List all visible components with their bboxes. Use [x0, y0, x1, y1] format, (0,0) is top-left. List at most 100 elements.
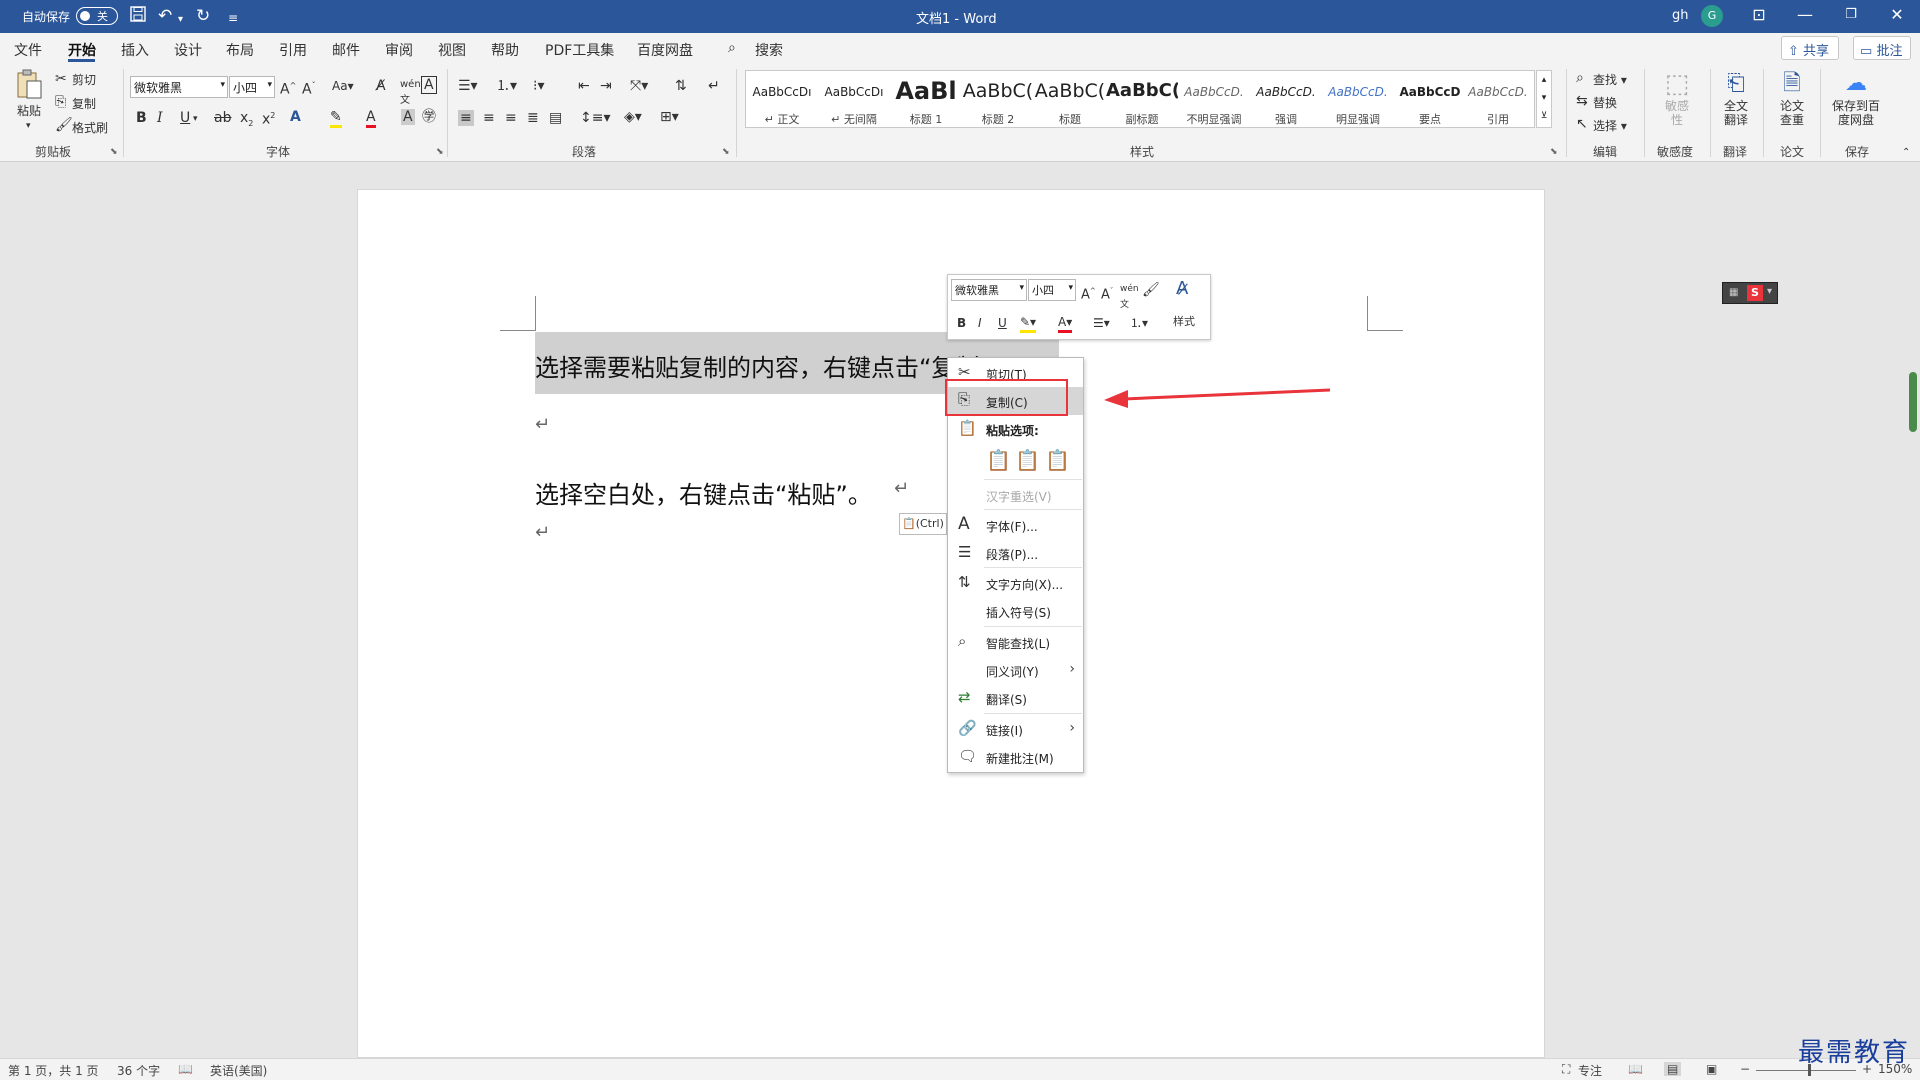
cut-button[interactable]: 剪切: [72, 71, 96, 88]
format-painter-icon[interactable]: 🖌: [1142, 282, 1160, 298]
superscript-icon[interactable]: x2: [262, 108, 275, 128]
bold-icon[interactable]: B: [957, 315, 966, 331]
mini-font-size-select[interactable]: 小四 ▾: [1028, 279, 1076, 301]
paste-keep-source-icon[interactable]: 📋: [986, 448, 1011, 472]
clipboard-launcher-icon[interactable]: ⬊: [110, 147, 118, 157]
word-count[interactable]: 36 个字: [117, 1062, 160, 1079]
paste-button[interactable]: 粘贴: [12, 69, 46, 118]
document-line-1[interactable]: 选择需要粘贴复制的内容，右键点击“复制”: [535, 348, 992, 383]
copy-button[interactable]: 复制: [72, 95, 96, 112]
phonetic-guide-icon[interactable]: wén 文: [400, 77, 421, 109]
ribbon-display-icon[interactable]: ⊡: [1744, 5, 1774, 24]
proofing-icon[interactable]: 📖: [178, 1062, 193, 1076]
menu-item-paragraph[interactable]: ☰ 段落(P)...: [948, 540, 1083, 566]
line-spacing-icon[interactable]: ↕≡▾: [580, 110, 611, 126]
full-translate-button[interactable]: ⎗ 全文翻译: [1716, 69, 1756, 127]
chevron-up-icon[interactable]: ▴: [1537, 71, 1551, 89]
undo-dropdown-icon[interactable]: ▾: [178, 10, 183, 30]
style-strong[interactable]: AaBbCcD 要点: [1394, 71, 1466, 129]
chinese-layout-icon[interactable]: ⤧▾: [630, 78, 648, 94]
align-right-icon[interactable]: ≡: [505, 110, 517, 126]
tab-insert[interactable]: 插入: [121, 40, 149, 60]
styles-scroll[interactable]: ▴ ▾ ⊻: [1536, 70, 1552, 128]
multilevel-list-icon[interactable]: ⁝▾: [533, 78, 544, 94]
collapse-ribbon-icon[interactable]: ⌃: [1902, 147, 1910, 158]
replace-button[interactable]: 替换: [1593, 94, 1617, 111]
tab-layout[interactable]: 布局: [226, 40, 254, 60]
style-heading1[interactable]: AaBl 标题 1: [890, 71, 962, 129]
web-layout-icon[interactable]: ▣: [1706, 1062, 1717, 1076]
menu-item-link[interactable]: 🔗 链接(I) ›: [948, 716, 1083, 742]
font-size-select[interactable]: 小四 ▾: [229, 76, 275, 98]
borders-icon[interactable]: ⊞▾: [660, 109, 679, 125]
font-name-select[interactable]: 微软雅黑 ▾: [130, 76, 228, 98]
autosave-toggle[interactable]: 关: [76, 7, 118, 25]
undo-icon[interactable]: ↶: [158, 6, 172, 26]
search-label[interactable]: 搜索: [755, 40, 783, 60]
subscript-icon[interactable]: x2: [240, 110, 253, 132]
tab-help[interactable]: 帮助: [491, 40, 519, 60]
enclose-char-icon[interactable]: ㊫: [422, 109, 436, 125]
paste-dropdown-icon[interactable]: ▾: [26, 121, 31, 131]
menu-item-text-direction[interactable]: ⇅ 文字方向(X)...: [948, 570, 1083, 596]
customize-qat-icon[interactable]: ≡: [228, 8, 238, 28]
shrink-font-icon[interactable]: Aˇ: [302, 78, 316, 98]
numbering-icon[interactable]: ⒈▾: [1130, 315, 1148, 331]
highlight-icon[interactable]: ✎▾: [1020, 314, 1037, 333]
paste-options-tag[interactable]: 📋(Ctrl): [899, 513, 947, 535]
tab-file[interactable]: 文件: [14, 40, 42, 60]
bold-icon[interactable]: B: [136, 110, 147, 126]
style-no-spacing[interactable]: AaBbCcDı ↵ 无间隔: [818, 71, 890, 129]
tab-baidu-netdisk[interactable]: 百度网盘: [637, 40, 693, 60]
style-title[interactable]: AaBbC(标题: [1034, 71, 1106, 129]
tab-pdf-tools[interactable]: PDF工具集: [545, 40, 614, 60]
minimize-icon[interactable]: —: [1790, 5, 1820, 24]
page-count[interactable]: 第 1 页，共 1 页: [8, 1062, 99, 1079]
clear-format-icon[interactable]: A̸: [376, 78, 386, 94]
search-icon[interactable]: ⌕: [728, 40, 736, 56]
menu-item-smart-lookup[interactable]: ⌕ 智能查找(L): [948, 629, 1083, 655]
focus-mode-label[interactable]: 专注: [1578, 1062, 1602, 1079]
print-layout-icon[interactable]: ▤: [1664, 1062, 1682, 1076]
tab-review[interactable]: 审阅: [385, 40, 413, 60]
phonetic-guide-icon[interactable]: wén 文: [1120, 281, 1139, 313]
font-color-icon[interactable]: A: [366, 109, 376, 128]
align-center-icon[interactable]: ≡: [483, 110, 495, 126]
vertical-scrollbar[interactable]: [1909, 372, 1917, 432]
input-method-widget[interactable]: S ▦ ▾: [1722, 282, 1778, 304]
style-normal[interactable]: AaBbCcDı ↵ 正文: [746, 71, 818, 129]
underline-dropdown-icon[interactable]: ▾: [193, 111, 198, 127]
tab-references[interactable]: 引用: [279, 40, 307, 60]
chevron-down-icon[interactable]: ▾: [1537, 89, 1551, 107]
styles-icon[interactable]: A̷: [1176, 280, 1188, 298]
focus-icon[interactable]: ⛶: [1562, 1062, 1570, 1077]
increase-indent-icon[interactable]: ⇥: [600, 78, 612, 94]
style-quote[interactable]: AaBbCcD. 引用: [1462, 71, 1534, 129]
align-left-icon[interactable]: ≡: [458, 110, 474, 126]
language-indicator[interactable]: 英语(美国): [210, 1062, 267, 1079]
char-border-icon[interactable]: A: [421, 76, 437, 94]
zoom-slider[interactable]: [1756, 1070, 1856, 1071]
grow-font-icon[interactable]: A^: [280, 78, 296, 98]
share-button[interactable]: ⇧ 共享: [1781, 36, 1839, 60]
find-button[interactable]: 查找 ▾: [1593, 71, 1627, 88]
paste-text-only-icon[interactable]: 📋: [1045, 448, 1070, 472]
styles-launcher-icon[interactable]: ⬊: [1550, 147, 1558, 157]
italic-icon[interactable]: I: [157, 110, 163, 126]
tab-mailings[interactable]: 邮件: [332, 40, 360, 60]
char-shading-icon[interactable]: A: [401, 109, 415, 125]
numbering-icon[interactable]: ⒈▾: [496, 78, 517, 94]
italic-icon[interactable]: I: [978, 315, 982, 331]
change-case-button[interactable]: Aa▾: [332, 79, 354, 93]
sort-icon[interactable]: ⇅: [675, 78, 687, 94]
bullets-icon[interactable]: ☰▾: [1093, 315, 1110, 331]
tab-home[interactable]: 开始: [68, 40, 96, 60]
shrink-font-icon[interactable]: Aˇ: [1101, 283, 1113, 303]
format-painter-button[interactable]: 格式刷: [72, 119, 108, 136]
style-intense-emphasis[interactable]: AaBbCcD. 明显强调: [1322, 71, 1394, 129]
show-marks-icon[interactable]: ↵: [708, 78, 720, 94]
mini-styles-label[interactable]: 样式: [1173, 313, 1195, 329]
save-to-baidu-button[interactable]: ☁ 保存到百度网盘: [1826, 69, 1886, 127]
restore-icon[interactable]: ❐: [1836, 7, 1866, 22]
zoom-out-icon[interactable]: −: [1740, 1062, 1750, 1076]
